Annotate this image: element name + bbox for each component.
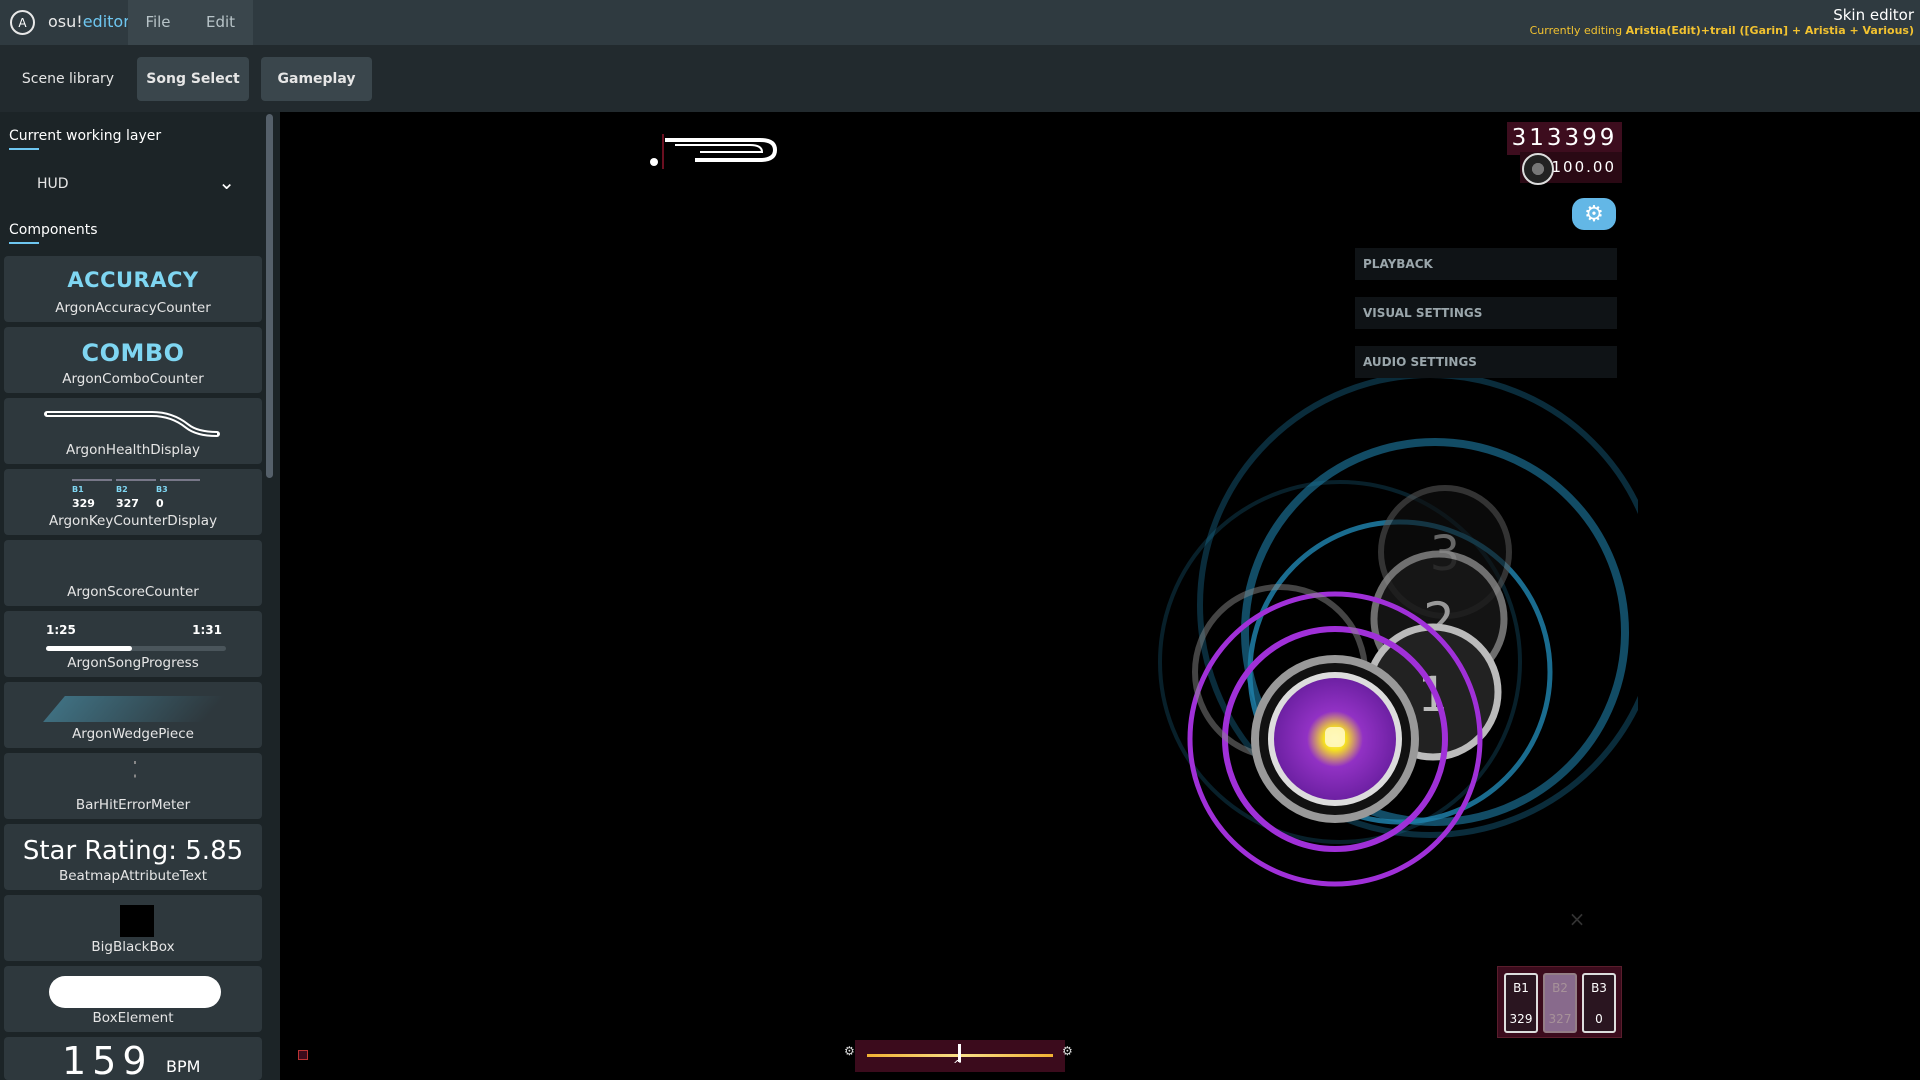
currently-editing-label: Currently editing Aristia(Edit)+trail ([… (1529, 24, 1914, 37)
component-name: ArgonComboCounter (62, 371, 204, 387)
layer-dropdown[interactable]: HUD ⌄ (9, 164, 247, 204)
wedge-preview (43, 696, 225, 722)
key-preview-value: 327 (116, 497, 139, 510)
top-bar: A osu!editor File Edit Skin editor Curre… (0, 0, 1920, 45)
bpm-preview-value: 159 (62, 1039, 153, 1080)
layer-dropdown-value: HUD (37, 176, 69, 192)
key-preview-line (116, 479, 156, 481)
app-brand: osu!editor (48, 12, 130, 31)
key-preview-value: 0 (156, 497, 164, 510)
box-element-preview (49, 976, 221, 1008)
key-preview-line (72, 479, 112, 481)
component-key-counter-display[interactable]: B1 B2 B3 329 327 0 ArgonKeyCounterDispla… (4, 469, 262, 535)
component-name: ArgonWedgePiece (72, 726, 194, 742)
skin-editor-title: Skin editor (1833, 6, 1914, 24)
component-bpm-counter[interactable]: 159 BPM (4, 1037, 262, 1080)
current-layer-label: Current working layer (9, 128, 162, 150)
key-b2: B2 327 (1543, 973, 1577, 1033)
progress-fill (46, 646, 133, 651)
small-indicator (298, 1050, 308, 1060)
tortoise-icon: ⚙ (844, 1044, 855, 1058)
audio-settings[interactable]: AUDIO SETTINGS (1355, 346, 1617, 378)
accuracy-preview: ACCURACY (67, 268, 199, 292)
scene-library-button[interactable]: Scene library (12, 57, 124, 101)
component-song-progress[interactable]: 1:25 1:31 ArgonSongProgress (4, 611, 262, 677)
bpm-preview-unit: BPM (166, 1057, 201, 1076)
sidebar-scrollbar[interactable] (266, 114, 273, 478)
scene-bar: Scene library Song Select Gameplay (0, 45, 1920, 112)
gameplay-button[interactable]: Gameplay (261, 57, 372, 101)
black-box-preview (120, 905, 154, 937)
score-counter[interactable]: 313399 (1507, 122, 1622, 155)
component-name: ArgonHealthDisplay (65, 442, 201, 458)
key-b1: B1 329 (1504, 973, 1538, 1033)
component-name: ArgonKeyCounterDisplay (48, 513, 218, 529)
key-preview-line (160, 479, 200, 481)
chevron-down-icon: ⌄ (218, 170, 235, 194)
component-name: BeatmapAttributeText (58, 868, 208, 884)
component-box-element[interactable]: BoxElement (4, 966, 262, 1032)
hit-error-arrow-icon: ^ (953, 1058, 963, 1071)
key-preview-label: B1 (72, 485, 84, 494)
combo-preview: COMBO (81, 339, 185, 367)
key-preview-label: B3 (156, 485, 168, 494)
component-name: BoxElement (92, 1010, 174, 1026)
component-health-display[interactable]: ArgonHealthDisplay (4, 398, 262, 464)
menu-file[interactable]: File (128, 0, 188, 45)
hit-error-meter[interactable]: ^ (855, 1040, 1065, 1072)
component-score-counter[interactable]: ArgonScoreCounter (4, 540, 262, 606)
component-beatmap-attribute-text[interactable]: Star Rating: 5.85 BeatmapAttributeText (4, 824, 262, 890)
star-rating-preview: Star Rating: 5.85 (22, 836, 244, 866)
gear-icon[interactable]: ⚙ (1572, 198, 1616, 230)
health-bar-preview (44, 411, 220, 437)
component-name: BigBlackBox (91, 939, 175, 955)
health-bar[interactable] (650, 134, 778, 169)
close-icon: × (1569, 907, 1586, 931)
component-name: ArgonSongProgress (67, 655, 199, 671)
progress-current-time: 1:25 (46, 623, 76, 637)
component-wedge-piece[interactable]: ArgonWedgePiece (4, 682, 262, 748)
active-hit-circle (1251, 655, 1419, 823)
components-label: Components (9, 222, 98, 244)
accuracy-dial-icon (1522, 153, 1554, 185)
osu-logo-icon[interactable]: A (10, 10, 35, 35)
component-bar-hit-error-meter[interactable]: BarHitErrorMeter (4, 753, 262, 819)
hit-error-preview (134, 761, 136, 791)
component-accuracy-counter[interactable]: ACCURACY ArgonAccuracyCounter (4, 256, 262, 322)
menu-edit[interactable]: Edit (188, 0, 253, 45)
song-select-button[interactable]: Song Select (137, 57, 249, 101)
component-big-black-box[interactable]: BigBlackBox (4, 895, 262, 961)
key-counter-display[interactable]: B1 329 B2 327 B3 0 (1497, 966, 1622, 1038)
component-name: ArgonScoreCounter (67, 584, 199, 600)
hare-icon: ⚙ (1062, 1044, 1073, 1058)
component-name: BarHitErrorMeter (75, 797, 191, 813)
key-preview-value: 329 (72, 497, 95, 510)
key-b3: B3 0 (1582, 973, 1616, 1033)
component-combo-counter[interactable]: COMBO ArgonComboCounter (4, 327, 262, 393)
playback-settings[interactable]: PLAYBACK (1355, 248, 1617, 280)
component-name: ArgonAccuracyCounter (55, 300, 211, 316)
key-preview-label: B2 (116, 485, 128, 494)
progress-total-time: 1:31 (192, 623, 222, 637)
visual-settings[interactable]: VISUAL SETTINGS (1355, 297, 1617, 329)
